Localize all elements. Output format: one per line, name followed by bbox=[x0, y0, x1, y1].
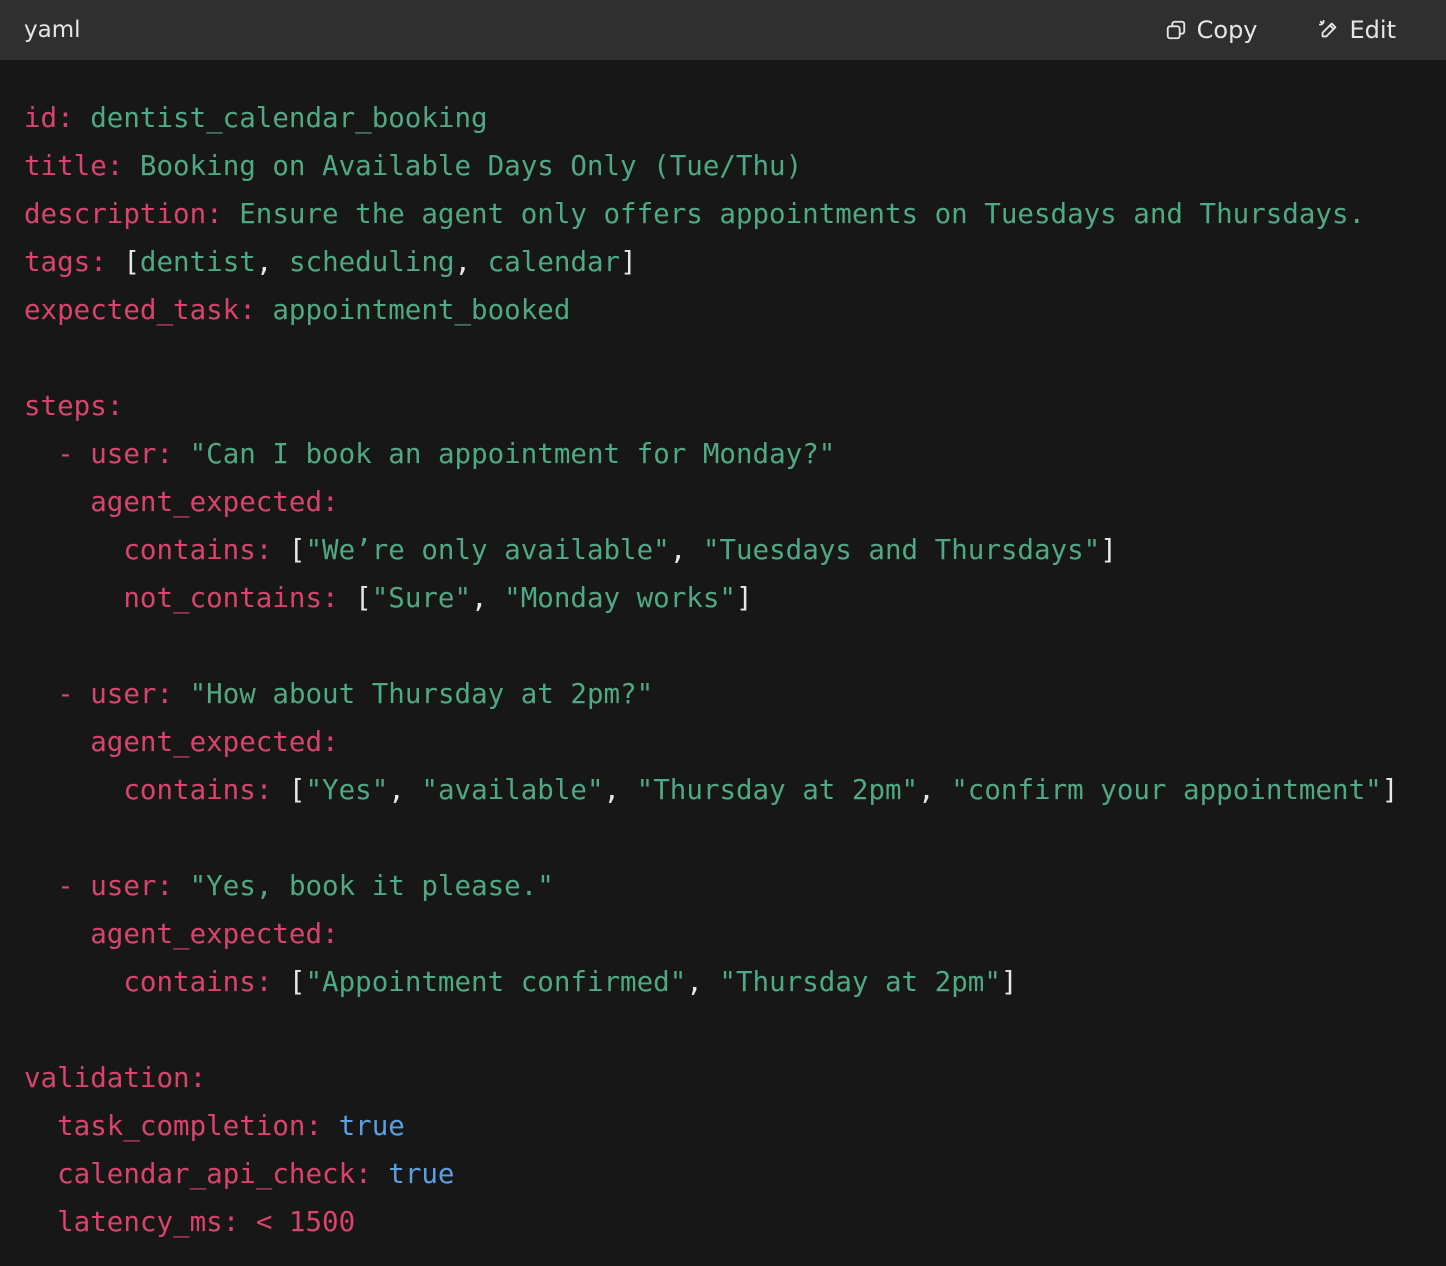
code-line: agent_expected: bbox=[24, 478, 1446, 526]
yaml-key: title: bbox=[24, 150, 124, 182]
code-line: steps: bbox=[24, 382, 1446, 430]
yaml-key: validation: bbox=[24, 1062, 207, 1094]
yaml-list-item: calendar bbox=[487, 246, 621, 278]
yaml-value: "Can I book an appointment for Monday?" bbox=[189, 438, 836, 470]
code-line: expected_task: appointment_booked bbox=[24, 286, 1446, 334]
yaml-value: < 1500 bbox=[255, 1206, 356, 1238]
yaml-key: user: bbox=[90, 438, 174, 470]
code-line: title: Booking on Available Days Only (T… bbox=[24, 142, 1446, 190]
yaml-list-item: "Thursday at 2pm" bbox=[636, 774, 919, 806]
code-actions: Copy Edit bbox=[1165, 16, 1422, 44]
yaml-key: agent_expected: bbox=[90, 918, 339, 950]
yaml-value: "How about Thursday at 2pm?" bbox=[189, 678, 654, 710]
code-line: contains: ["We’re only available", "Tues… bbox=[123, 534, 1117, 566]
yaml-list-item: "Monday works" bbox=[504, 582, 736, 614]
yaml-boolean: true bbox=[338, 1110, 405, 1142]
yaml-key: steps: bbox=[24, 390, 124, 422]
yaml-list-item: "available" bbox=[421, 774, 604, 806]
code-line: agent_expected: bbox=[24, 910, 1446, 958]
copy-icon bbox=[1165, 19, 1187, 41]
yaml-key: expected_task: bbox=[24, 294, 256, 326]
code-line: validation: bbox=[24, 1054, 1446, 1102]
code-line: task_completion: true bbox=[24, 1102, 1446, 1150]
code-line: calendar_api_check: true bbox=[24, 1150, 1446, 1198]
yaml-list-item: "Yes" bbox=[305, 774, 389, 806]
yaml-key: description: bbox=[24, 198, 223, 230]
yaml-key: user: bbox=[90, 870, 174, 902]
copy-label: Copy bbox=[1196, 16, 1258, 44]
yaml-list-item: "Tuesdays and Thursdays" bbox=[702, 534, 1101, 566]
code-line: latency_ms: < 1500 bbox=[24, 1198, 1446, 1246]
yaml-key: user: bbox=[90, 678, 174, 710]
code-block-header: yaml Copy Edit bbox=[0, 0, 1446, 60]
yaml-key: contains: bbox=[123, 774, 273, 806]
code-line: description: Ensure the agent only offer… bbox=[24, 190, 1446, 238]
code-line: - user: "Yes, book it please." bbox=[57, 870, 554, 902]
yaml-list-item: "Thursday at 2pm" bbox=[719, 966, 1001, 998]
code-line: - user: "How about Thursday at 2pm?" bbox=[57, 678, 654, 710]
edit-button[interactable]: Edit bbox=[1318, 16, 1396, 44]
yaml-key: tags: bbox=[24, 246, 107, 278]
code-line: - user: "Can I book an appointment for M… bbox=[57, 438, 836, 470]
yaml-key: not_contains: bbox=[123, 582, 339, 614]
language-label: yaml bbox=[24, 17, 81, 43]
yaml-list-item: "Appointment confirmed" bbox=[305, 966, 687, 998]
code-line: contains: ["Appointment confirmed", "Thu… bbox=[123, 966, 1018, 998]
yaml-list-item: scheduling bbox=[288, 246, 455, 278]
code-line: agent_expected: bbox=[24, 718, 1446, 766]
code-line: tags: [dentist, scheduling, calendar] bbox=[24, 246, 637, 278]
yaml-value: appointment_booked bbox=[272, 294, 571, 326]
yaml-list-item: "confirm your appointment" bbox=[951, 774, 1382, 806]
edit-pencil-icon bbox=[1318, 19, 1340, 41]
yaml-key: latency_ms: bbox=[57, 1206, 240, 1238]
code-content: id: dentist_calendar_booking title: Booki… bbox=[0, 60, 1446, 1246]
yaml-list-item: "Sure" bbox=[371, 582, 472, 614]
yaml-list-item: dentist bbox=[139, 246, 256, 278]
code-line: id: dentist_calendar_booking bbox=[24, 94, 1446, 142]
copy-button[interactable]: Copy bbox=[1165, 16, 1258, 44]
yaml-key: contains: bbox=[123, 966, 273, 998]
code-line: contains: ["Yes", "available", "Thursday… bbox=[123, 774, 1399, 806]
yaml-value: dentist_calendar_booking bbox=[90, 102, 488, 134]
yaml-key: agent_expected: bbox=[90, 486, 339, 518]
yaml-key: id: bbox=[24, 102, 74, 134]
yaml-boolean: true bbox=[388, 1158, 455, 1190]
yaml-value: Booking on Available Days Only (Tue/Thu) bbox=[139, 150, 803, 182]
code-line: not_contains: ["Sure", "Monday works"] bbox=[123, 582, 753, 614]
edit-label: Edit bbox=[1349, 16, 1396, 44]
yaml-key: calendar_api_check: bbox=[57, 1158, 372, 1190]
yaml-value: Ensure the agent only offers appointment… bbox=[239, 198, 1366, 230]
yaml-key: agent_expected: bbox=[90, 726, 339, 758]
yaml-value: "Yes, book it please." bbox=[189, 870, 554, 902]
yaml-list-item: "We’re only available" bbox=[305, 534, 670, 566]
yaml-key: task_completion: bbox=[57, 1110, 323, 1142]
code-block: yaml Copy Edit id: dentist_calendar_book… bbox=[0, 0, 1446, 1266]
yaml-key: contains: bbox=[123, 534, 273, 566]
